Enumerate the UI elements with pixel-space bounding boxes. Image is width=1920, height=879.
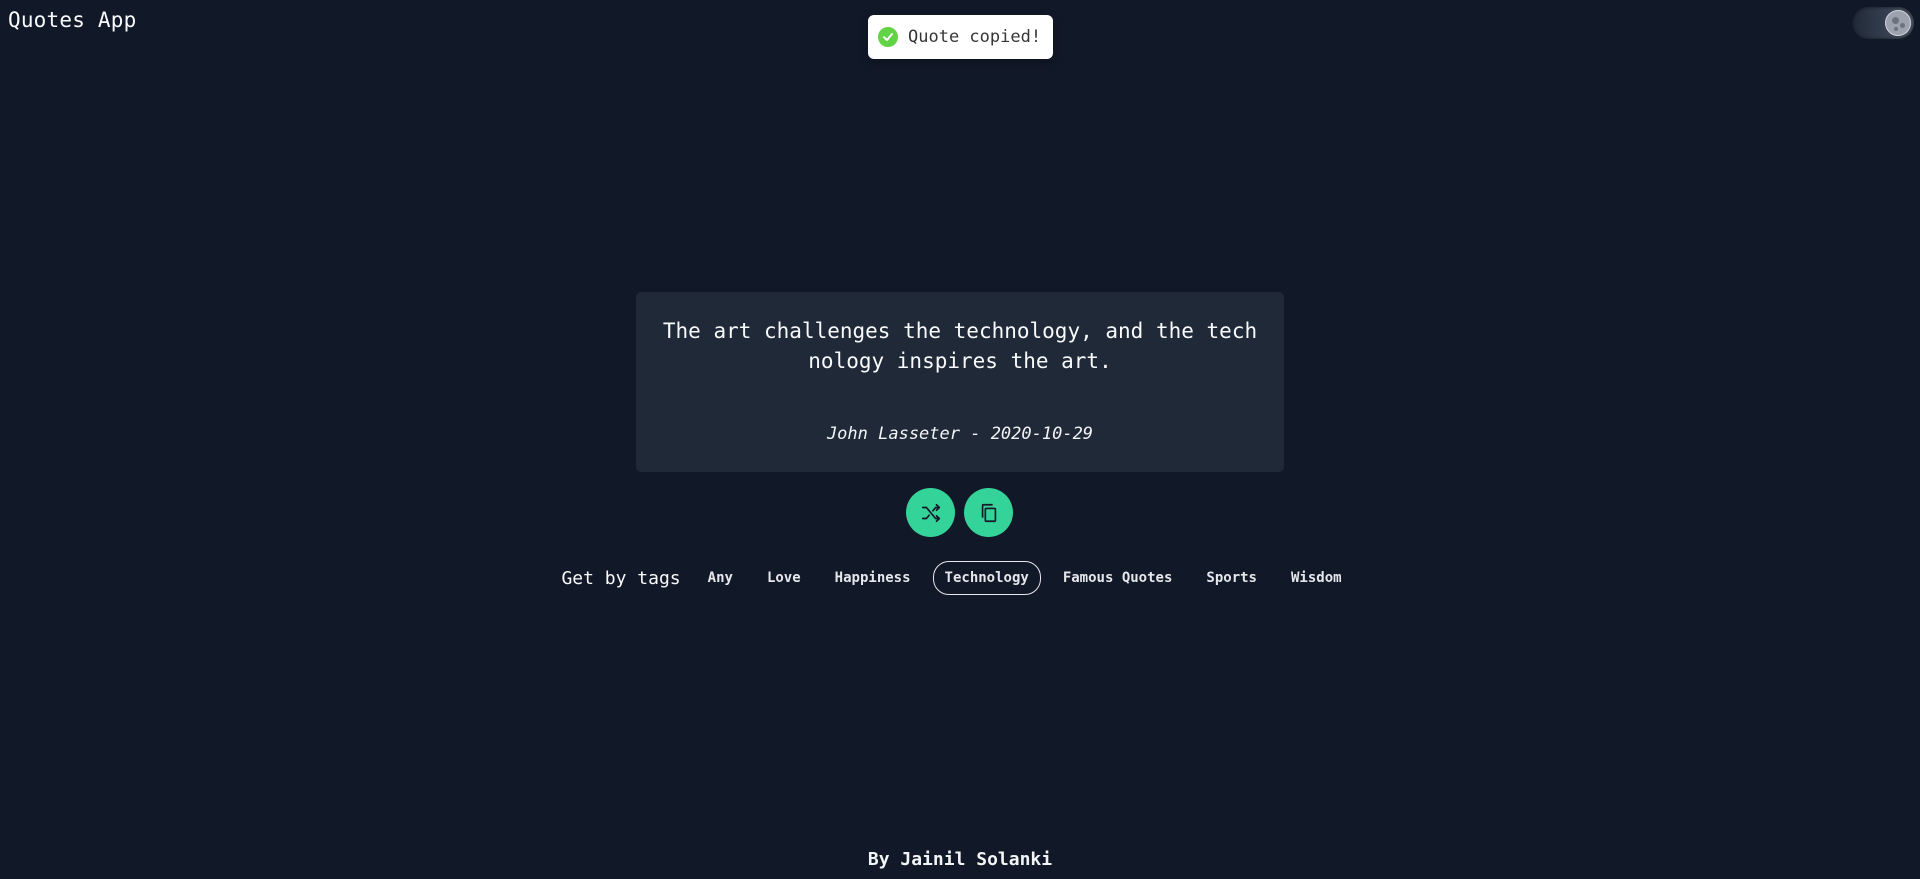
- tags-filter: Get by tags Any Love Happiness Technolog…: [0, 561, 1920, 595]
- copy-icon: [981, 503, 996, 522]
- quote-actions: [906, 488, 1013, 537]
- tag-love[interactable]: Love: [754, 561, 813, 595]
- tag-happiness[interactable]: Happiness: [822, 561, 923, 595]
- quote-text: The art challenges the technology, and t…: [662, 319, 1258, 373]
- quote-author-date: John Lasseter - 2020-10-29: [826, 424, 1094, 444]
- quote-card: The art challenges the technology, and t…: [636, 292, 1284, 472]
- shuffle-icon: [921, 503, 940, 522]
- tags-label: Get by tags: [561, 567, 681, 589]
- check-circle-icon: [878, 27, 898, 47]
- copy-quote-button[interactable]: [964, 488, 1013, 537]
- footer-credit: By Jainil Solanki: [867, 849, 1053, 870]
- random-quote-button[interactable]: [906, 488, 955, 537]
- toast-message: Quote copied!: [908, 27, 1042, 47]
- tag-famous-quotes[interactable]: Famous Quotes: [1050, 561, 1185, 595]
- tag-any[interactable]: Any: [695, 561, 745, 595]
- app-title: Quotes App: [8, 8, 137, 32]
- toast-notification: Quote copied!: [868, 15, 1053, 59]
- tag-wisdom[interactable]: Wisdom: [1278, 561, 1354, 595]
- tag-technology[interactable]: Technology: [932, 561, 1041, 595]
- tag-sports[interactable]: Sports: [1194, 561, 1269, 595]
- moon-icon: [1885, 10, 1911, 36]
- theme-toggle[interactable]: [1852, 7, 1914, 39]
